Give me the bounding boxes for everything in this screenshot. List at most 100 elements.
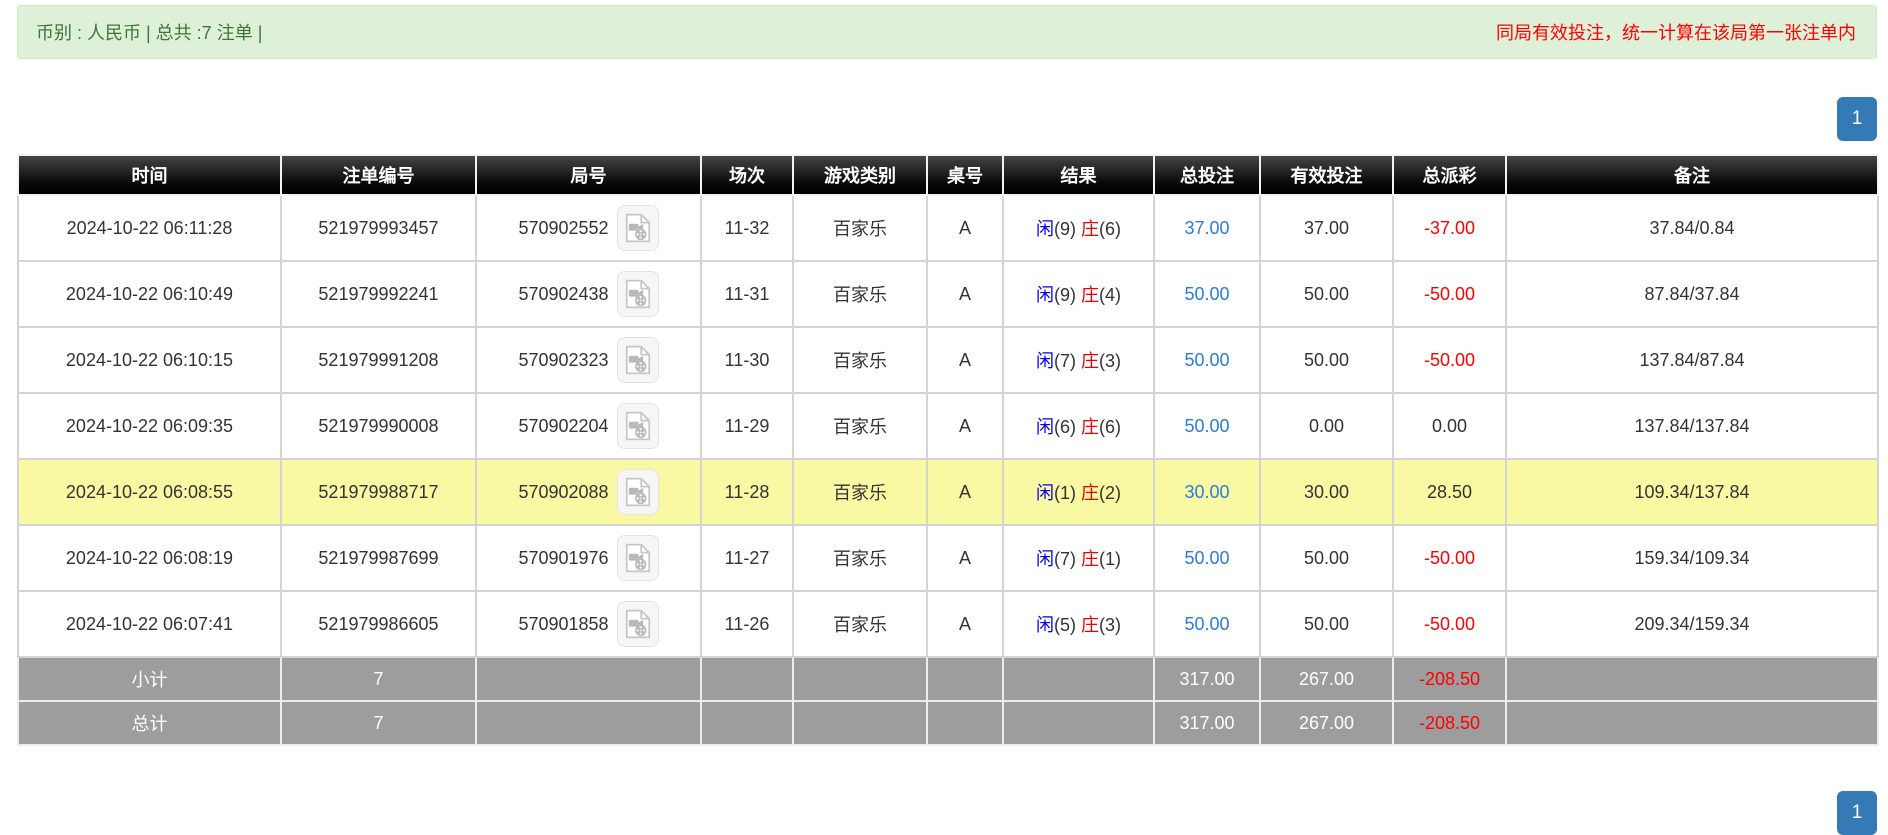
result-player-value: (6) — [1054, 417, 1076, 437]
subtotal-row-valid-bet: 267.00 — [1260, 657, 1393, 701]
subtotal-row-label: 小计 — [18, 657, 281, 701]
cell-total-bet[interactable]: 50.00 — [1154, 393, 1260, 459]
cell-empty — [1506, 657, 1878, 701]
result-banker-value: (6) — [1099, 417, 1121, 437]
cell-round-id: 570901976 — [476, 525, 701, 591]
cell-bet-id: 521979991208 — [281, 327, 476, 393]
video-replay-button[interactable] — [617, 469, 659, 515]
round-id-text: 570902204 — [518, 416, 608, 437]
result-player-value: (9) — [1054, 219, 1076, 239]
cell-round-id: 570902088 — [476, 459, 701, 525]
video-replay-button[interactable] — [617, 271, 659, 317]
video-replay-button[interactable] — [617, 205, 659, 251]
table-row-highlighted: 2024-10-22 06:08:55521979988717570902088… — [18, 459, 1878, 525]
result-banker-label: 庄 — [1081, 285, 1099, 305]
round-id-wrap: 570902204 — [518, 403, 658, 449]
cell-result: 闲(1) 庄(2) — [1003, 459, 1154, 525]
cell-empty — [476, 701, 701, 745]
cell-total-bet[interactable]: 50.00 — [1154, 525, 1260, 591]
cell-remark: 209.34/159.34 — [1506, 591, 1878, 657]
cell-round-id: 570902323 — [476, 327, 701, 393]
cell-payout: -50.00 — [1393, 591, 1506, 657]
round-id-text: 570902088 — [518, 482, 608, 503]
col-header-payout: 总派彩 — [1393, 155, 1506, 195]
pagination-bottom: 1 — [0, 791, 1877, 835]
video-replay-button[interactable] — [617, 601, 659, 647]
cell-round-id: 570902552 — [476, 195, 701, 261]
result-banker-label: 庄 — [1081, 219, 1099, 239]
result-player-label: 闲 — [1036, 417, 1054, 437]
round-id-wrap: 570902323 — [518, 337, 658, 383]
round-id-wrap: 570902088 — [518, 469, 658, 515]
cell-valid-bet: 30.00 — [1260, 459, 1393, 525]
result-banker-value: (3) — [1099, 351, 1121, 371]
cell-bet-id: 521979987699 — [281, 525, 476, 591]
result-banker-label: 庄 — [1081, 417, 1099, 437]
cell-valid-bet: 37.00 — [1260, 195, 1393, 261]
cell-table-no: A — [927, 393, 1003, 459]
video-replay-button[interactable] — [617, 535, 659, 581]
cell-empty — [793, 701, 927, 745]
bets-table: 时间 注单编号 局号 场次 游戏类别 桌号 结果 总投注 有效投注 总派彩 备注… — [17, 154, 1879, 746]
cell-total-bet[interactable]: 30.00 — [1154, 459, 1260, 525]
video-icon — [625, 279, 651, 309]
cell-total-bet[interactable]: 50.00 — [1154, 591, 1260, 657]
cell-round-id: 570902438 — [476, 261, 701, 327]
cell-remark: 137.84/137.84 — [1506, 393, 1878, 459]
cell-payout: 28.50 — [1393, 459, 1506, 525]
cell-table-no: A — [927, 261, 1003, 327]
cell-payout: -50.00 — [1393, 261, 1506, 327]
result-player-label: 闲 — [1036, 351, 1054, 371]
cell-game-type: 百家乐 — [793, 327, 927, 393]
cell-session: 11-27 — [701, 525, 793, 591]
pagination-page-1-bottom[interactable]: 1 — [1837, 791, 1877, 835]
cell-bet-id: 521979988717 — [281, 459, 476, 525]
cell-valid-bet: 50.00 — [1260, 525, 1393, 591]
total-row-label: 总计 — [18, 701, 281, 745]
pagination-page-1[interactable]: 1 — [1837, 97, 1877, 141]
cell-result: 闲(9) 庄(6) — [1003, 195, 1154, 261]
cell-game-type: 百家乐 — [793, 591, 927, 657]
video-replay-button[interactable] — [617, 337, 659, 383]
result-banker-value: (6) — [1099, 219, 1121, 239]
result-banker-value: (3) — [1099, 615, 1121, 635]
result-banker-label: 庄 — [1081, 549, 1099, 569]
cell-session: 11-30 — [701, 327, 793, 393]
video-icon — [625, 213, 651, 243]
cell-remark: 109.34/137.84 — [1506, 459, 1878, 525]
cell-total-bet[interactable]: 50.00 — [1154, 327, 1260, 393]
video-icon — [625, 609, 651, 639]
cell-bet-id: 521979993457 — [281, 195, 476, 261]
round-id-wrap: 570902552 — [518, 205, 658, 251]
cell-time: 2024-10-22 06:09:35 — [18, 393, 281, 459]
round-id-text: 570902552 — [518, 218, 608, 239]
cell-table-no: A — [927, 195, 1003, 261]
cell-total-bet[interactable]: 37.00 — [1154, 195, 1260, 261]
cell-empty — [793, 657, 927, 701]
col-header-table-no: 桌号 — [927, 155, 1003, 195]
result-banker-value: (2) — [1099, 483, 1121, 503]
cell-session: 11-28 — [701, 459, 793, 525]
cell-game-type: 百家乐 — [793, 459, 927, 525]
col-header-round-id: 局号 — [476, 155, 701, 195]
cell-total-bet[interactable]: 50.00 — [1154, 261, 1260, 327]
video-replay-button[interactable] — [617, 403, 659, 449]
cell-valid-bet: 50.00 — [1260, 261, 1393, 327]
total-row-payout: -208.50 — [1393, 701, 1506, 745]
cell-game-type: 百家乐 — [793, 525, 927, 591]
cell-table-no: A — [927, 591, 1003, 657]
cell-remark: 159.34/109.34 — [1506, 525, 1878, 591]
result-player-value: (7) — [1054, 351, 1076, 371]
round-id-wrap: 570901858 — [518, 601, 658, 647]
subtotal-row-payout: -208.50 — [1393, 657, 1506, 701]
cell-payout: -50.00 — [1393, 327, 1506, 393]
video-icon — [625, 411, 651, 441]
cell-game-type: 百家乐 — [793, 393, 927, 459]
cell-session: 11-29 — [701, 393, 793, 459]
cell-empty — [1506, 701, 1878, 745]
round-id-text: 570902438 — [518, 284, 608, 305]
cell-result: 闲(7) 庄(3) — [1003, 327, 1154, 393]
cell-game-type: 百家乐 — [793, 195, 927, 261]
cell-bet-id: 521979990008 — [281, 393, 476, 459]
col-header-bet-id: 注单编号 — [281, 155, 476, 195]
